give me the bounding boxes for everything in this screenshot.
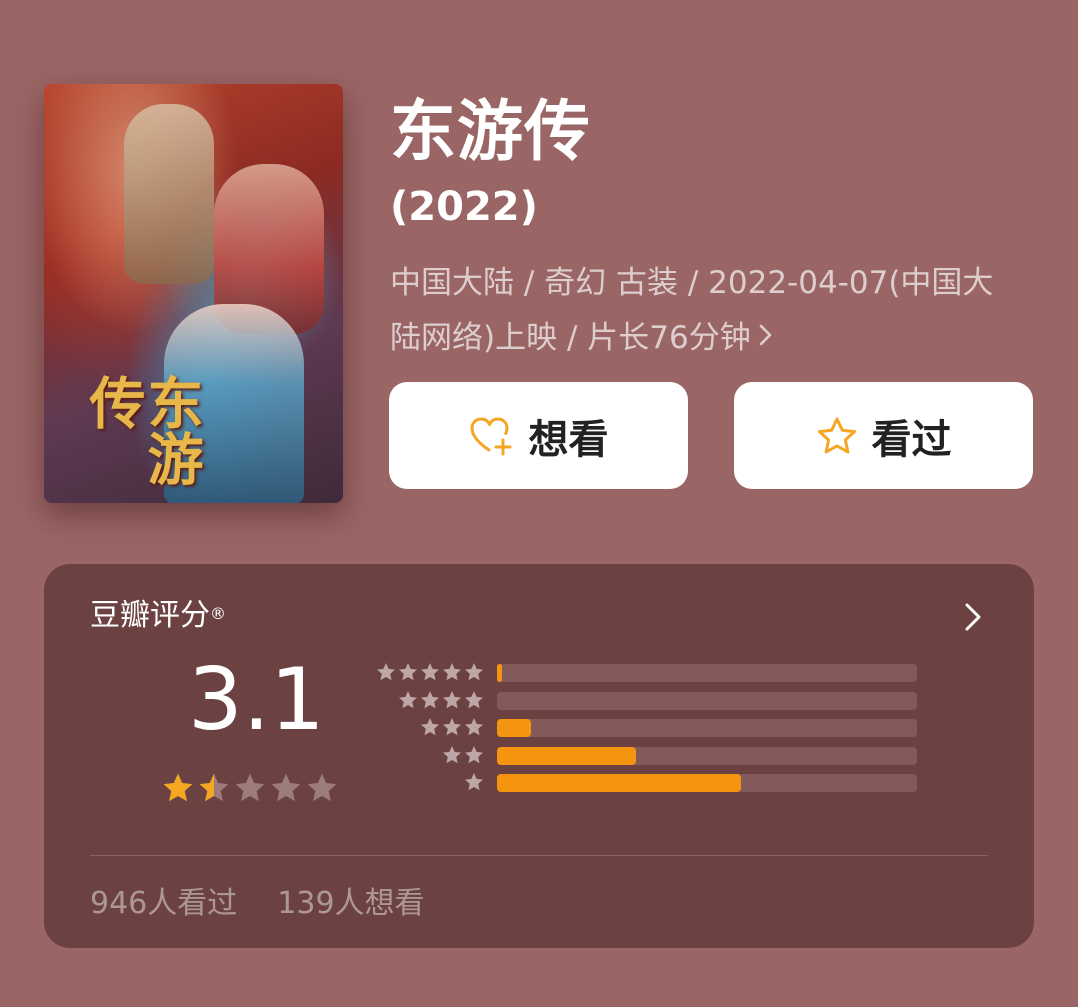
want-count[interactable]: 139人想看 [277,882,424,926]
distribution-bar-track [497,664,917,682]
chevron-right-icon [757,311,775,366]
score-stars [162,772,338,804]
distribution-bar-fill [497,664,502,682]
distribution-row [374,690,934,710]
want-to-watch-label: 想看 [528,416,609,463]
star-icon [421,690,439,708]
watched-button[interactable]: 看过 [734,382,1033,489]
distribution-bar-fill [497,774,741,792]
distribution-stars [374,717,484,737]
star-icon [421,718,439,736]
distribution-row [374,745,934,765]
star-icon [465,718,483,736]
star-icon [421,663,439,681]
rating-card[interactable]: 豆瓣评分® 3.1 946人看过 139人想看 [44,564,1034,948]
movie-meta-line-2: 陆网络)上映 / 片长76分钟 [390,311,1030,366]
movie-poster[interactable]: 东游传 [44,84,343,503]
star-outline-icon [816,416,858,456]
rating-title: 豆瓣评分® [90,596,226,636]
star-icon [443,745,461,763]
distribution-stars [374,690,484,710]
distribution-bar-track [497,719,917,737]
movie-meta-line: 陆网络)上映 / 片长76分钟 [390,320,751,356]
distribution-bar-fill [497,719,531,737]
star-icon [377,663,395,681]
watched-label: 看过 [871,416,952,463]
rating-star-icon [271,773,301,802]
star-icon [443,663,461,681]
star-icon [443,690,461,708]
poster-calligraphy: 东游传 [80,374,204,486]
rating-star-icon [163,773,193,802]
distribution-bar-track [497,691,917,710]
movie-meta[interactable]: 中国大陆 / 奇幻 古装 / 2022-04-07(中国大 陆网络)上映 / 片… [390,256,1030,366]
heart-plus-icon [469,416,515,456]
star-icon [465,690,483,708]
distribution-row [374,772,934,792]
star-icon [443,718,461,736]
star-icon [465,663,483,681]
rating-score: 3.1 [188,650,325,750]
distribution-bar-track [497,774,917,792]
movie-year: (2022) [390,184,538,230]
movie-meta-line: 中国大陆 / 奇幻 古装 / 2022-04-07(中国大 [390,265,994,301]
registered-mark: ® [210,604,226,623]
watch-counts: 946人看过 139人想看 [90,882,425,926]
star-icon [399,690,417,708]
poster-figure [124,104,214,284]
star-icon [465,773,483,791]
distribution-stars [374,772,484,792]
distribution-row [374,717,934,737]
distribution-bar-track [497,746,917,765]
seen-count[interactable]: 946人看过 [90,882,237,926]
rating-title-text: 豆瓣评分 [90,598,210,633]
want-to-watch-button[interactable]: 想看 [389,382,688,489]
star-icon [399,663,417,681]
distribution-row [374,662,934,682]
chevron-right-icon[interactable] [962,600,984,638]
distribution-bar-fill [497,746,636,765]
distribution-stars [374,662,484,682]
rating-star-icon [199,773,229,802]
rating-star-icon [235,773,265,802]
distribution-stars [374,745,484,765]
divider [90,855,988,856]
rating-star-icon [307,773,337,802]
movie-title: 东游传 [390,93,591,170]
star-icon [465,745,483,763]
